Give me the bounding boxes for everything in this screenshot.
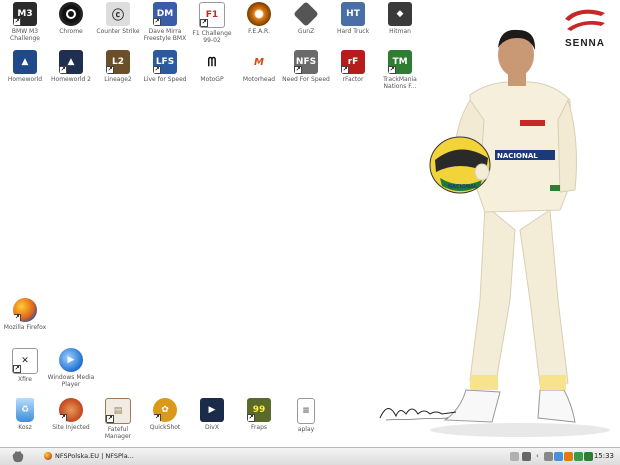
counter-strike-icon: ⓒ bbox=[106, 2, 130, 26]
firefox-icon bbox=[44, 452, 52, 460]
chrome-icon bbox=[59, 2, 83, 26]
desktop-icon-gunz[interactable]: GunZ bbox=[282, 1, 330, 35]
xfire-icon: ✕ ↗ bbox=[12, 348, 38, 374]
need-for-speed-icon: NFS ↗ bbox=[294, 50, 318, 74]
desktop-icon-label: Hard Truck bbox=[336, 28, 370, 35]
desktop-icon-recycle-bin[interactable]: ♻ Kosz bbox=[1, 398, 49, 431]
recycle-bin-icon: ♻ bbox=[16, 398, 34, 422]
desktop-icon-label: Dave Mirra Freestyle BMX bbox=[143, 28, 187, 42]
desktop-icon-label: Motorhead bbox=[242, 76, 276, 83]
start-menu-button[interactable] bbox=[10, 450, 26, 464]
f1-challenge-icon: F1 ↗ bbox=[199, 2, 225, 28]
desktop-icon-firefox[interactable]: ↗ Mozilla Firefox bbox=[1, 298, 49, 331]
desktop-icon-label: Homeworld bbox=[7, 76, 43, 83]
desktop-icon-label: MotoGP bbox=[200, 76, 224, 83]
divx-icon: ▶ bbox=[200, 398, 224, 422]
desktop-icon-aplay[interactable]: ≡ aplay bbox=[282, 398, 330, 433]
desktop-icon-need-for-speed[interactable]: NFS ↗ Need For Speed bbox=[282, 50, 330, 83]
desktop-icon-bmw-m3[interactable]: M3 ↗ BMW M3 Challenge bbox=[1, 2, 49, 42]
desktop-icon-label: Chrome bbox=[59, 28, 83, 35]
motogp-icon: ᗰ bbox=[200, 50, 224, 74]
fraps-icon: 99 ↗ bbox=[247, 398, 271, 422]
desktop-icon-live-for-speed[interactable]: LFS ↗ Live for Speed bbox=[141, 50, 189, 83]
motorhead-icon: M bbox=[247, 50, 271, 74]
desktop-icon-site-injected[interactable]: ↗ Site Injected bbox=[47, 398, 95, 431]
taskbar: NFSPolska.EU | NFSPla... ‹ 15:33 bbox=[0, 447, 620, 465]
bmw-m3-icon: M3 ↗ bbox=[13, 2, 37, 26]
lineage2-icon: L2 ↗ bbox=[106, 50, 130, 74]
gunz-icon bbox=[293, 1, 319, 27]
rfactor-icon: rF ↗ bbox=[341, 50, 365, 74]
desktop-icon-hard-truck[interactable]: HT Hard Truck bbox=[329, 2, 377, 35]
desktop-icon-media-player[interactable]: ▶ Windows Media Player bbox=[47, 348, 95, 388]
dave-mirra-icon: DM ↗ bbox=[153, 2, 177, 26]
desktop-icon-motorhead[interactable]: M Motorhead bbox=[235, 50, 283, 83]
tray-app-icon[interactable] bbox=[510, 452, 519, 461]
desktop-icon-fateful-manager[interactable]: ▤ ↗ Fateful Manager bbox=[94, 398, 142, 440]
site-injected-icon: ↗ bbox=[59, 398, 83, 422]
signal-icon[interactable] bbox=[584, 452, 593, 461]
desktop-icon-label: QuickShot bbox=[149, 424, 181, 431]
desktop-icon-fraps[interactable]: 99 ↗ Fraps bbox=[235, 398, 283, 431]
hard-truck-icon: HT bbox=[341, 2, 365, 26]
clock[interactable]: 15:33 bbox=[594, 449, 614, 464]
desktop-icon-label: F1 Challenge 99-02 bbox=[192, 30, 232, 44]
desktop-icon-quickshot[interactable]: ✿ ↗ QuickShot bbox=[141, 398, 189, 431]
desktop-icon-f1-challenge[interactable]: F1 ↗ F1 Challenge 99-02 bbox=[188, 2, 236, 44]
desktop-icon-rfactor[interactable]: rF ↗ rFactor bbox=[329, 50, 377, 83]
svg-text:NACIONAL: NACIONAL bbox=[448, 184, 478, 190]
taskbar-window-button[interactable]: NFSPolska.EU | NFSPla... bbox=[44, 450, 139, 463]
fear-icon bbox=[247, 2, 271, 26]
desktop-icon-label: Windows Media Player bbox=[47, 374, 95, 388]
desktop-icon-label: Homeworld 2 bbox=[51, 76, 91, 83]
desktop-icon-label: Xfire bbox=[18, 376, 32, 383]
antivirus-icon[interactable] bbox=[564, 452, 573, 461]
desktop-icon-label: Kosz bbox=[18, 424, 32, 431]
homeworld-icon: ▲ bbox=[13, 50, 37, 74]
desktop-icon-fear[interactable]: F.E.A.R. bbox=[235, 2, 283, 35]
desktop-icon-homeworld[interactable]: ▲ Homeworld bbox=[1, 50, 49, 83]
desktop-icon-label: Fraps bbox=[250, 424, 268, 431]
desktop-icon-label: Need For Speed bbox=[282, 76, 330, 83]
svg-text:NACIONAL: NACIONAL bbox=[497, 152, 538, 160]
desktop-icon-motogp[interactable]: ᗰ MotoGP bbox=[188, 50, 236, 83]
desktop-icon-label: Live for Speed bbox=[143, 76, 187, 83]
system-tray: ‹ 15:33 bbox=[510, 449, 620, 464]
taskbar-window-title: NFSPolska.EU | NFSPla... bbox=[55, 452, 134, 460]
desktop-icon-chrome[interactable]: Chrome bbox=[47, 2, 95, 35]
desktop-icon-lineage2[interactable]: L2 ↗ Lineage2 bbox=[94, 50, 142, 83]
keyboard-icon[interactable] bbox=[522, 452, 531, 461]
desktop-icon-label: BMW M3 Challenge bbox=[10, 28, 40, 42]
network-icon[interactable] bbox=[554, 452, 563, 461]
desktop-icon-label: Lineage2 bbox=[104, 76, 132, 83]
quickshot-icon: ✿ ↗ bbox=[153, 398, 177, 422]
desktop-icon-dave-mirra[interactable]: DM ↗ Dave Mirra Freestyle BMX bbox=[141, 2, 189, 42]
desktop-icon-label: Site Injected bbox=[52, 424, 90, 431]
desktop-icon-counter-strike[interactable]: ⓒ Counter Strike bbox=[94, 2, 142, 35]
fateful-manager-icon: ▤ ↗ bbox=[105, 398, 131, 424]
live-for-speed-icon: LFS ↗ bbox=[153, 50, 177, 74]
desktop: M3 ↗ BMW M3 Challenge Chrome ⓒ Counter St… bbox=[0, 0, 620, 447]
firefox-icon: ↗ bbox=[13, 298, 37, 322]
desktop-icon-label: DivX bbox=[205, 424, 219, 431]
aplay-icon: ≡ bbox=[297, 398, 315, 424]
volume-icon[interactable] bbox=[544, 452, 553, 461]
desktop-icon-label: Fateful Manager bbox=[104, 426, 132, 440]
desktop-icon-divx[interactable]: ▶ DivX bbox=[188, 398, 236, 431]
signature-icon bbox=[379, 408, 457, 421]
desktop-icon-label: GunZ bbox=[297, 28, 315, 35]
wallpaper-driver-figure: NACIONAL NACIONAL bbox=[429, 29, 610, 437]
media-player-icon: ▶ bbox=[59, 348, 83, 372]
desktop-icon-label: Mozilla Firefox bbox=[3, 324, 47, 331]
desktop-icon-label: aplay bbox=[297, 426, 315, 433]
homeworld-2-icon: ▲ ↗ bbox=[59, 50, 83, 74]
desktop-icon-label: Counter Strike bbox=[96, 28, 140, 35]
desktop-icon-label: F.E.A.R. bbox=[248, 28, 270, 35]
chat-icon[interactable] bbox=[574, 452, 583, 461]
desktop-icon-label: rFactor bbox=[342, 76, 364, 83]
desktop-icon-homeworld-2[interactable]: ▲ ↗ Homeworld 2 bbox=[47, 50, 95, 83]
desktop-icon-xfire[interactable]: ✕ ↗ Xfire bbox=[1, 348, 49, 383]
